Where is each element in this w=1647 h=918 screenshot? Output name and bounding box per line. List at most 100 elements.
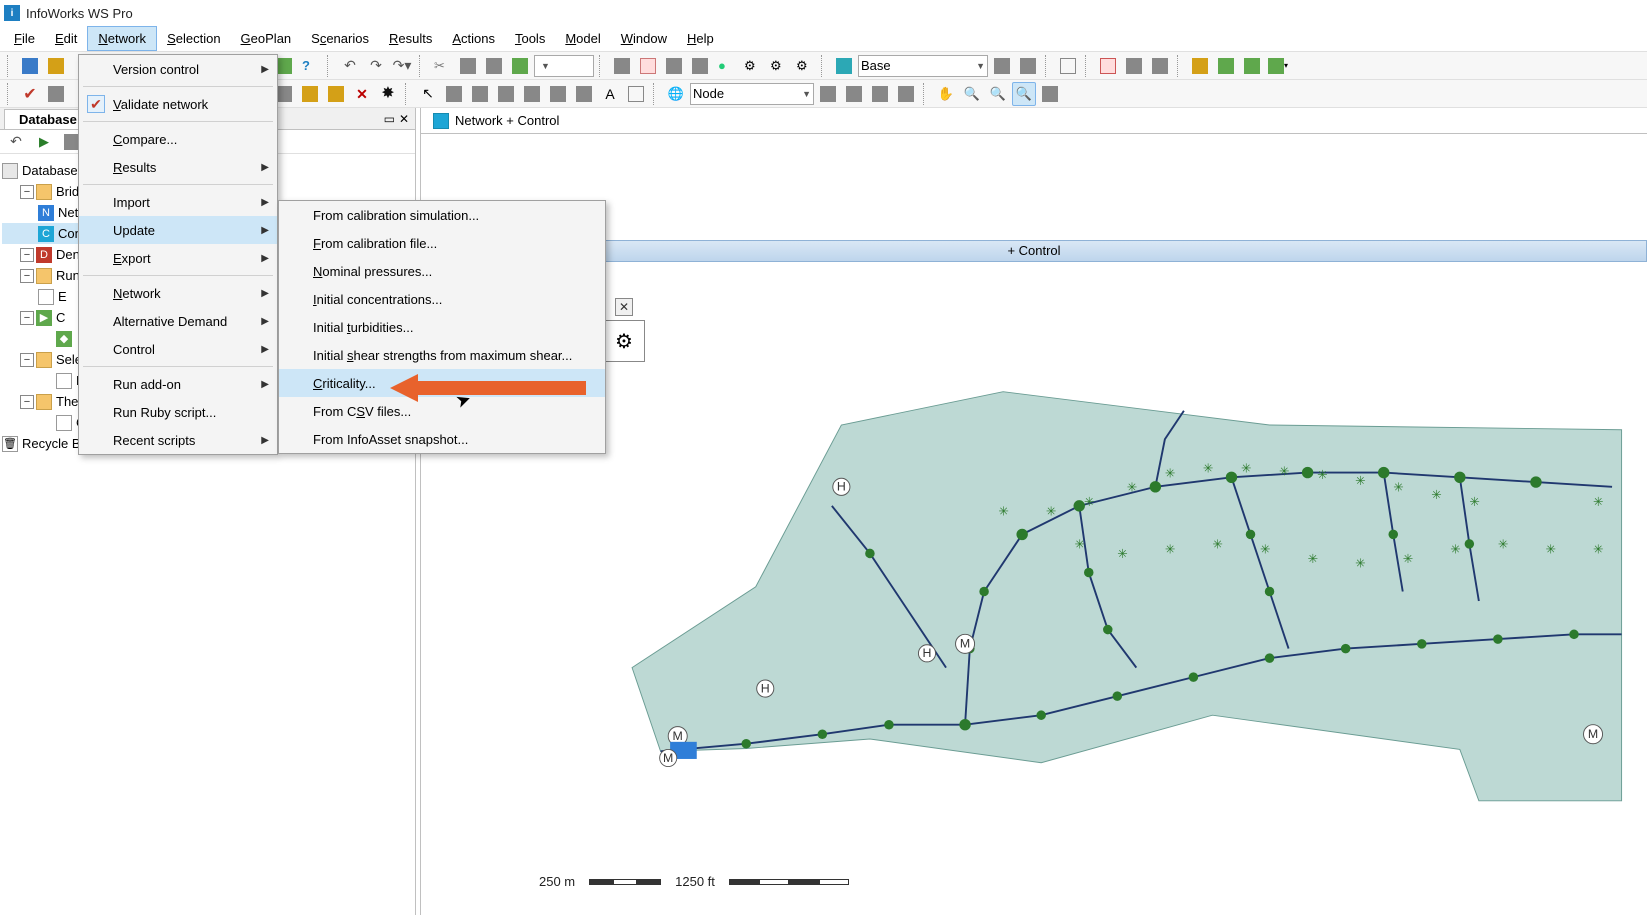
dd-validate-network[interactable]: ✔ Validate network	[79, 90, 277, 118]
tree-toggle-theme[interactable]: −	[20, 395, 34, 409]
tool-redo-dd[interactable]: ↷▾	[390, 54, 414, 78]
tool-redo[interactable]: ↷	[364, 54, 388, 78]
tool-n4[interactable]	[894, 82, 918, 106]
tool-pan[interactable]: ✋	[934, 82, 958, 106]
tool-find3[interactable]	[324, 82, 348, 106]
dd-from-calib-file[interactable]: From calibration file...	[279, 229, 605, 257]
node-combo[interactable]: Node▼	[690, 83, 814, 105]
tool-globe2[interactable]: 🌐	[664, 82, 688, 106]
tree-toggle-run[interactable]: −	[20, 269, 34, 283]
tool-sel-4[interactable]	[494, 82, 518, 106]
map-legend-box[interactable]: ⚙	[603, 320, 645, 362]
network-dropdown[interactable]: Version control ▶ ✔ Validate network Com…	[78, 54, 278, 455]
db-tool-go[interactable]: ▶	[32, 130, 56, 154]
tree-toggle-run-c[interactable]: −	[20, 311, 34, 325]
dd-import[interactable]: Import ▶	[79, 188, 277, 216]
tool-w2[interactable]	[1148, 54, 1172, 78]
tool-gear1[interactable]: ⚙	[740, 54, 764, 78]
tool-star[interactable]: ✸	[376, 82, 400, 106]
dd-initial-conc[interactable]: Initial concentrations...	[279, 285, 605, 313]
tool-paste[interactable]	[482, 54, 506, 78]
tool-zoomout[interactable]: 🔍	[986, 82, 1010, 106]
tool-n2[interactable]	[842, 82, 866, 106]
menu-geoplan[interactable]: GeoPlan	[231, 26, 302, 51]
menu-window[interactable]: Window	[611, 26, 677, 51]
tool-select[interactable]: ↖	[416, 82, 440, 106]
menu-file[interactable]: File	[4, 26, 45, 51]
dd-export[interactable]: Export ▶	[79, 244, 277, 272]
tool-v2[interactable]	[44, 82, 68, 106]
tool-gear3[interactable]: ⚙	[792, 54, 816, 78]
tool-globe[interactable]: ●	[714, 54, 738, 78]
db-tool-back[interactable]: ↶	[4, 130, 28, 154]
tool-find2[interactable]	[298, 82, 322, 106]
tool-undo[interactable]: ↶	[338, 54, 362, 78]
dd-run-addon[interactable]: Run add-on ▶	[79, 370, 277, 398]
dd-from-csv[interactable]: From CSV files...	[279, 397, 605, 425]
menu-model[interactable]: Model	[555, 26, 610, 51]
menu-edit[interactable]: Edit	[45, 26, 87, 51]
dd-from-calib-sim[interactable]: From calibration simulation...	[279, 201, 605, 229]
tool-layers-dd[interactable]: ▾	[1266, 54, 1290, 78]
dd-results[interactable]: Results ▶	[79, 153, 277, 181]
menu-scenarios[interactable]: Scenarios	[301, 26, 379, 51]
dd-update[interactable]: Update ▶	[79, 216, 277, 244]
tool-copy[interactable]	[456, 54, 480, 78]
tool-flag-combo[interactable]: ▼	[534, 55, 594, 77]
tree-toggle-bridge[interactable]: −	[20, 185, 34, 199]
tool-w1[interactable]	[1122, 54, 1146, 78]
update-submenu[interactable]: From calibration simulation... From cali…	[278, 200, 606, 454]
tool-cut[interactable]: ✂	[430, 54, 454, 78]
dd-from-infoasset[interactable]: From InfoAsset snapshot...	[279, 425, 605, 453]
panel-close-icon[interactable]: ✕	[399, 112, 409, 126]
scenario-combo[interactable]: Base▼	[858, 55, 988, 77]
menu-results[interactable]: Results	[379, 26, 442, 51]
tool-zoomext[interactable]	[1038, 82, 1062, 106]
tool-sel-poly[interactable]	[442, 82, 466, 106]
tool-scen[interactable]	[832, 54, 856, 78]
tool-s1[interactable]	[990, 54, 1014, 78]
tool-flag[interactable]	[508, 54, 532, 78]
tool-tbl2[interactable]	[636, 54, 660, 78]
menu-help[interactable]: Help	[677, 26, 724, 51]
tool-zoomin[interactable]: 🔍	[960, 82, 984, 106]
tool-sel-6[interactable]	[546, 82, 570, 106]
dd-initial-turb[interactable]: Initial turbidities...	[279, 313, 605, 341]
map-close-box[interactable]: ✕	[615, 298, 633, 316]
tool-n3[interactable]	[868, 82, 892, 106]
tool-chart[interactable]	[1188, 54, 1212, 78]
tool-zoomwin[interactable]: 🔍	[1012, 82, 1036, 106]
tree-toggle-den[interactable]: −	[20, 248, 34, 262]
dd-control[interactable]: Control ▶	[79, 335, 277, 363]
tool-help[interactable]: ?	[298, 54, 322, 78]
tool-s2[interactable]	[1016, 54, 1040, 78]
panel-restore-icon[interactable]: ▭	[384, 112, 395, 126]
dd-run-ruby[interactable]: Run Ruby script...	[79, 398, 277, 426]
dd-recent-scripts[interactable]: Recent scripts ▶	[79, 426, 277, 454]
dd-compare[interactable]: Compare...	[79, 125, 277, 153]
menu-tools[interactable]: Tools	[505, 26, 555, 51]
tool-n1[interactable]	[816, 82, 840, 106]
tool-tbl4[interactable]	[688, 54, 712, 78]
dd-version-control[interactable]: Version control ▶	[79, 55, 277, 83]
tool-label[interactable]	[624, 82, 648, 106]
dd-alt-demand[interactable]: Alternative Demand ▶	[79, 307, 277, 335]
tree-toggle-sel[interactable]: −	[20, 353, 34, 367]
tool-layers[interactable]	[1240, 54, 1264, 78]
view-tab[interactable]: Network + Control	[425, 111, 567, 131]
menu-network[interactable]: Network	[87, 26, 157, 51]
tool-grid1[interactable]	[1056, 54, 1080, 78]
tool-sel-5[interactable]	[520, 82, 544, 106]
tool-tbl1[interactable]	[610, 54, 634, 78]
tool-open[interactable]	[44, 54, 68, 78]
dd-network[interactable]: Network ▶	[79, 279, 277, 307]
menu-actions[interactable]: Actions	[442, 26, 505, 51]
tool-validate[interactable]: ✔	[18, 82, 42, 106]
tool-3d[interactable]	[1214, 54, 1238, 78]
tool-gear2[interactable]: ⚙	[766, 54, 790, 78]
tool-grid2[interactable]	[1096, 54, 1120, 78]
geoplan-canvas[interactable]: H M H H M M M ✳✳✳ ✳✳✳ ✳✳✳ ✳✳✳ ✳✳✳ ✳✳✳ ✳✳…	[521, 268, 1647, 915]
tool-del[interactable]: ✕	[350, 82, 374, 106]
tool-text[interactable]: A	[598, 82, 622, 106]
tool-new[interactable]	[18, 54, 42, 78]
